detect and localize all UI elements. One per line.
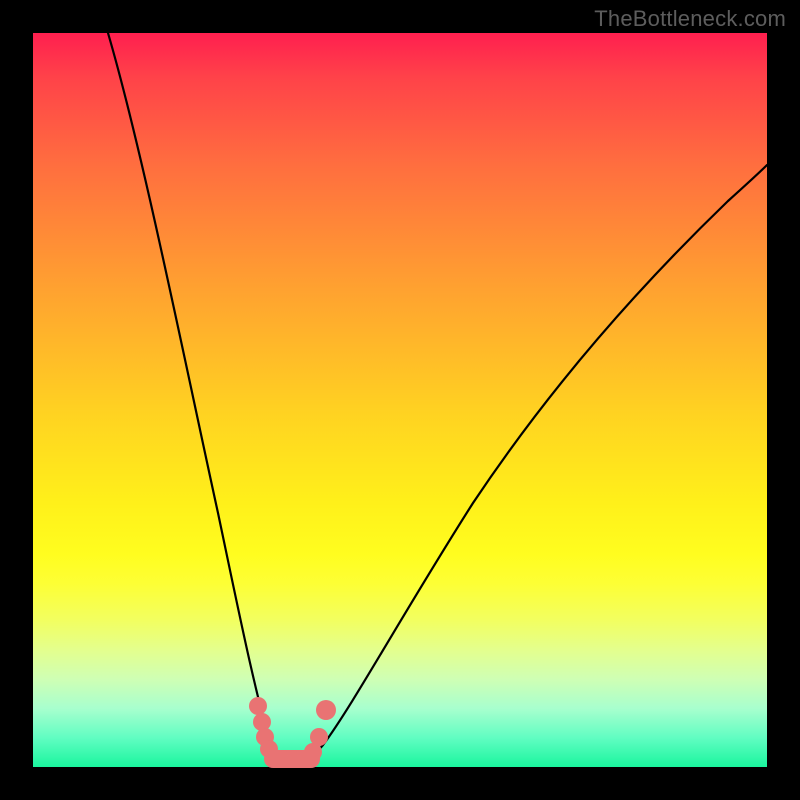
highlight-dot: [260, 740, 278, 758]
chart-frame: TheBottleneck.com: [0, 0, 800, 800]
left-curve: [108, 33, 291, 767]
highlight-dot: [304, 743, 322, 761]
highlight-dot: [253, 713, 271, 731]
watermark-text: TheBottleneck.com: [594, 6, 786, 32]
highlight-dot: [316, 700, 336, 720]
right-curve: [291, 165, 767, 767]
curve-layer: [33, 33, 767, 767]
highlight-dot: [249, 697, 267, 715]
